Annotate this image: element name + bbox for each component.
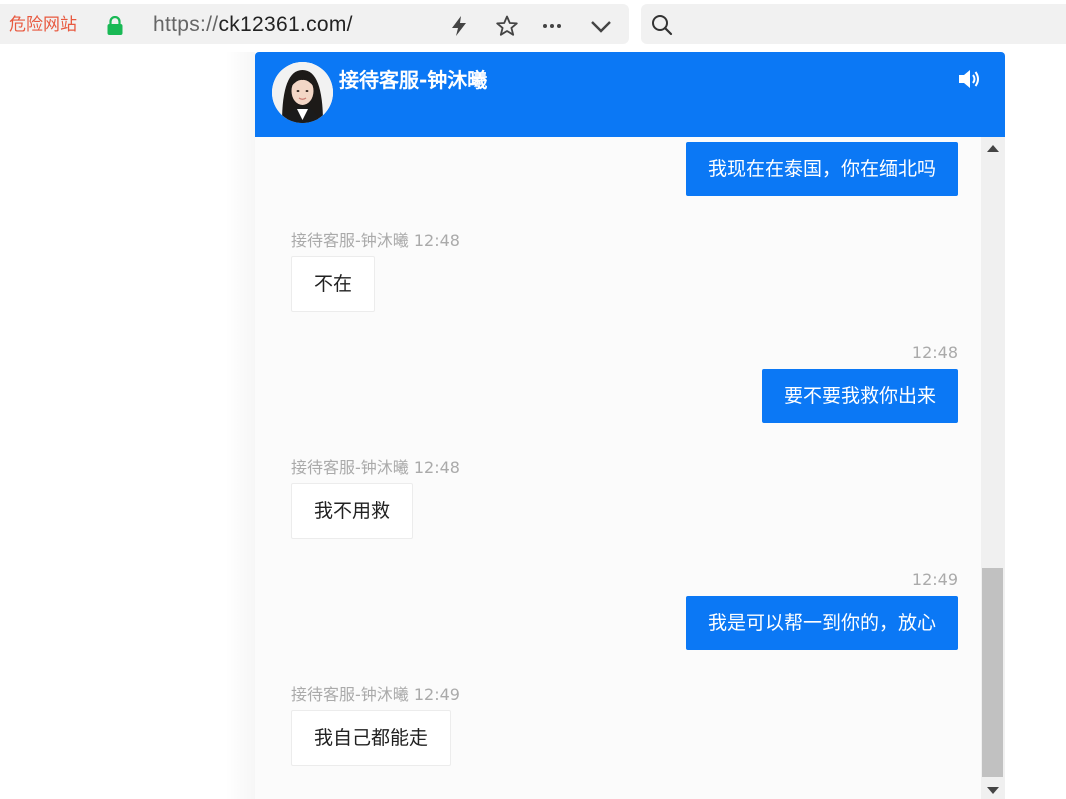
agent-message-time: 接待客服-钟沐曦 12:48 [291,458,460,477]
agent-avatar [272,62,333,123]
sent-message-time: 12:48 [911,343,958,362]
search-box[interactable] [641,4,1066,44]
received-message[interactable]: 不在 [291,256,376,312]
more-icon[interactable] [540,14,564,38]
message-list: 我现在在泰国，你在缅北吗 接待客服-钟沐曦 12:48 不在 12:48 要不要… [255,137,980,799]
lock-icon[interactable] [106,16,124,36]
chat-scrollbar[interactable] [981,137,1005,799]
search-icon[interactable] [650,13,674,37]
star-icon[interactable] [495,14,519,38]
lightning-icon[interactable] [447,14,471,38]
speaker-icon[interactable] [957,68,981,90]
panel-shadow [225,52,255,799]
agent-message-time: 接待客服-钟沐曦 12:49 [291,685,460,704]
browser-toolbar: 危险网站 https://ck12361.com/ [0,0,1066,48]
url-host: ck12361.com/ [218,13,353,36]
agent-message-time: 接待客服-钟沐曦 12:48 [291,231,460,250]
url-text[interactable]: https://ck12361.com/ [153,13,353,37]
chevron-down-icon[interactable] [589,14,613,38]
sent-message[interactable]: 我现在在泰国，你在缅北吗 [685,142,958,196]
received-message[interactable]: 我自己都能走 [291,710,452,766]
chat-header: 接待客服-钟沐曦 [255,52,1005,137]
address-bar[interactable]: 危险网站 https://ck12361.com/ [0,4,629,44]
danger-site-label[interactable]: 危险网站 [9,15,77,35]
url-scheme: https:// [153,13,219,36]
chat-window: 接待客服-钟沐曦 我现在在泰国，你在缅北吗 接待客服-钟沐曦 12:48 不在 … [255,52,1005,799]
sent-message[interactable]: 要不要我救你出来 [761,369,958,423]
sent-message[interactable]: 我是可以帮一到你的，放心 [685,596,958,650]
agent-name-title: 接待客服-钟沐曦 [339,68,488,92]
avatar-portrait [272,62,333,123]
scroll-thumb[interactable] [982,568,1003,777]
received-message[interactable]: 我不用救 [291,483,414,539]
scroll-up-arrow-icon[interactable] [987,145,999,152]
scroll-down-arrow-icon[interactable] [987,787,999,794]
sent-message-time: 12:49 [911,570,958,589]
